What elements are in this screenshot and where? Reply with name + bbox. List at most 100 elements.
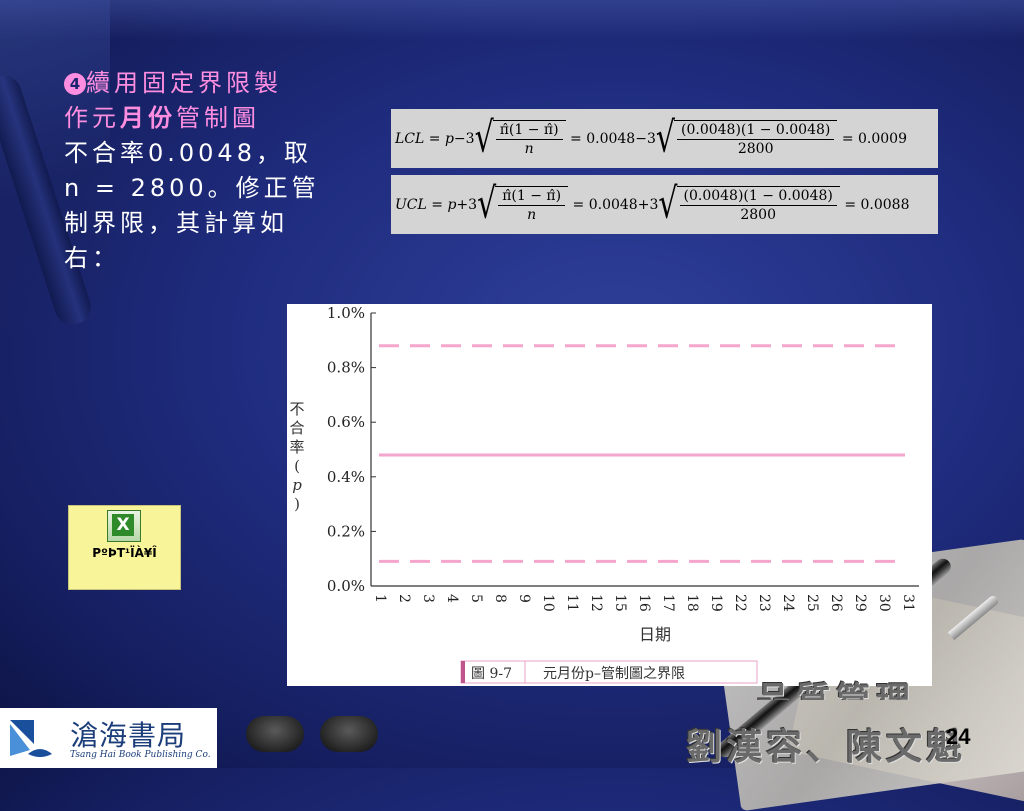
ucl-three-2: 3: [649, 196, 659, 213]
x-tick-label: 2: [396, 594, 412, 603]
author-names: 劉漢容、陳文魁: [686, 726, 967, 768]
y-tick-label: 0.8%: [327, 359, 365, 377]
x-tick-label: 1: [372, 594, 388, 603]
x-tick-label: 5: [468, 594, 484, 603]
publisher-logo: 滄海書局 Tsang Hai Book Publishing Co.: [0, 708, 217, 768]
ucl-numeric-numerator: (0.0048)(1 − 0.0048): [679, 188, 837, 206]
ucl-p-value: 0.0048: [588, 196, 638, 213]
lcl-three-1: 3: [465, 130, 475, 147]
y-tick-label: 0.0%: [327, 577, 365, 595]
body-line-3: 制界限，其計算如: [64, 209, 288, 237]
lcl-sqrt-symbolic: √ π̂(1 − π̂) n: [475, 117, 566, 159]
chart-svg: 1.0%0.8%0.6%0.4%0.2%0.0%不合率(p)1 2 3 4 5 8 9 10 1…: [289, 304, 919, 684]
excel-icon: X: [107, 510, 141, 542]
x-tick-label: 25: [804, 594, 820, 612]
x-tick-label: 24: [780, 594, 796, 612]
step-number-badge: 4: [64, 73, 86, 95]
publisher-name: 滄海書局: [70, 719, 187, 752]
ucl-p: p: [447, 196, 457, 213]
lcl-equals-1: =: [428, 130, 441, 147]
ucl-three-1: 3: [468, 196, 478, 213]
intro-line-2-emphasis: 月份: [120, 104, 176, 132]
ucl-n-value: 2800: [740, 207, 776, 223]
body-line-4: 右：: [64, 244, 120, 272]
x-tick-label: 18: [684, 594, 700, 612]
body-line-1: 不合率0.0048，取: [64, 139, 312, 167]
intro-heading: 4 續用固定界限製: [64, 66, 344, 101]
page-number: 24: [946, 724, 971, 749]
ucl-formula: UCL = p +3 √ π̂(1 − π̂) n = 0.0048 +3 √ (0…: [391, 175, 938, 234]
previous-slide-button[interactable]: [246, 716, 304, 752]
y-axis-label-char: (: [294, 457, 300, 475]
caption-bar: [461, 661, 465, 683]
y-axis-label-char: 不: [289, 400, 304, 418]
y-tick-label: 0.4%: [327, 468, 365, 486]
ucl-sqrt-symbolic: √ π̂(1 − π̂) n: [477, 183, 569, 225]
publisher-subtitle: Tsang Hai Book Publishing Co.: [70, 750, 211, 760]
y-tick-label: 0.2%: [327, 522, 365, 540]
ucl-pi-numerator: π̂(1 − π̂): [498, 188, 566, 206]
y-tick-label: 0.6%: [327, 413, 365, 431]
next-slide-button[interactable]: [320, 716, 378, 752]
x-tick-label: 17: [660, 594, 676, 612]
x-tick-label: 22: [732, 594, 748, 612]
publisher-logo-mark: [10, 720, 52, 757]
x-tick-label: 30: [876, 594, 892, 612]
intro-line-2: 作元月份管制圖: [64, 101, 344, 136]
course-title: 品質管理: [756, 680, 916, 700]
ucl-equals-3: =: [844, 196, 857, 213]
caption-label: 圖 9-7: [471, 666, 512, 682]
background-top-glow: [0, 0, 1024, 40]
x-tick-label: 26: [828, 594, 844, 612]
excel-link-button[interactable]: X PºÞT¹ÏÀ¥Î: [68, 505, 181, 590]
lcl-symbol: LCL: [395, 130, 425, 147]
lcl-p: p: [444, 130, 454, 147]
lcl-formula: LCL = p −3 √ π̂(1 − π̂) n = 0.0048−3 √ (0…: [391, 109, 938, 168]
lcl-equals-2: =: [570, 130, 582, 147]
lcl-equals-3: =: [841, 130, 854, 147]
lcl-n: n: [524, 141, 534, 157]
x-axis-label: 日期: [639, 625, 671, 644]
x-tick-label: 11: [564, 594, 580, 612]
p-control-chart: 1.0% 0.8% 0.6% 0.4% 0.2% 0.0% 不合率(p) 1 2 3 4 5 8 9 10 1…: [287, 304, 932, 686]
ucl-result: 0.0088: [860, 196, 910, 213]
x-tick-label: 15: [612, 594, 628, 612]
ucl-equals-2: =: [572, 196, 585, 213]
ucl-symbol: UCL: [395, 196, 427, 213]
x-tick-label: 3: [420, 594, 436, 603]
y-axis-label-char: ): [294, 495, 300, 513]
y-tick-label: 1.0%: [327, 304, 365, 322]
intro-line-2-a: 作元: [64, 104, 120, 132]
x-tick-label: 4: [444, 594, 460, 603]
ucl-plus-1: +: [456, 196, 469, 213]
lcl-sqrt-numeric: √ (0.0048)(1 − 0.0048) 2800: [656, 117, 838, 159]
intro-line-1: 續用固定界限製: [86, 69, 282, 97]
ucl-plus-2: +: [637, 196, 650, 213]
ucl-equals-1: =: [431, 196, 443, 213]
y-axis-label-char: p: [292, 476, 302, 494]
x-tick-label: 31: [900, 594, 916, 612]
x-tick-label: 12: [588, 594, 604, 612]
caption-text: 元月份p–管制圖之界限: [543, 666, 685, 682]
x-tick-label: 29: [852, 594, 868, 612]
ucl-n: n: [527, 207, 537, 223]
lcl-minus-1: −: [453, 130, 466, 147]
body-line-2: n = 2800。修正管: [64, 174, 320, 202]
ucl-sqrt-numeric: √ (0.0048)(1 − 0.0048) 2800: [658, 183, 840, 225]
x-tick-label: 8: [492, 594, 508, 603]
lcl-n-value: 2800: [737, 141, 774, 157]
x-tick-label: 19: [708, 594, 724, 612]
y-axis-label-char: 合: [289, 419, 304, 437]
lcl-three-2: 3: [646, 130, 656, 147]
lcl-minus-2: −: [635, 130, 647, 147]
lcl-pi-numerator: π̂(1 − π̂): [495, 122, 563, 140]
slide-body-text: 4 續用固定界限製 作元月份管制圖 不合率0.0048，取 n = 2800。修正…: [64, 66, 344, 276]
x-tick-label: 23: [756, 594, 772, 612]
x-tick-label: 16: [636, 594, 652, 612]
lcl-p-value: 0.0048: [586, 130, 636, 147]
y-axis-label-char: 率: [289, 438, 304, 456]
lcl-numeric-numerator: (0.0048)(1 − 0.0048): [677, 122, 835, 140]
x-tick-label: 10: [540, 594, 556, 612]
x-tick-label: 9: [516, 594, 532, 603]
intro-line-2-c: 管制圖: [176, 104, 260, 132]
